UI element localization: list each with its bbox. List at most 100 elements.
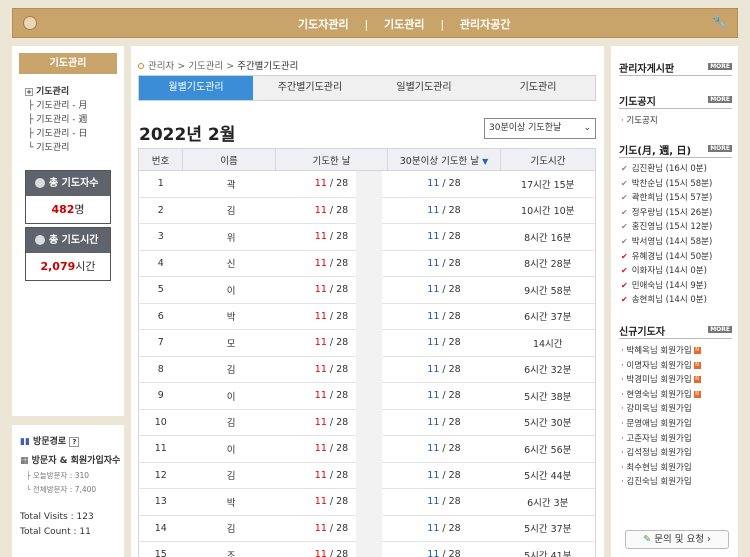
check-icon: ✔ xyxy=(621,266,628,276)
list-item[interactable]: · 최수현님 회원가입 xyxy=(621,461,701,476)
top-navigation-bar: 기도자관리 | 기도관리 | 관리자공간 🔧 xyxy=(12,8,738,38)
breadcrumb-admin[interactable]: 관리자 xyxy=(148,61,174,72)
tree-root[interactable]: + 기도관리 xyxy=(25,85,87,99)
check-icon: ✔ xyxy=(621,178,628,188)
more-button[interactable]: MORE xyxy=(708,326,732,333)
bullet-icon xyxy=(138,63,144,69)
cell-30min-days: 11 / 28 xyxy=(387,541,501,557)
cell-name: 이 xyxy=(182,382,276,410)
cell-prayer-time: 5시간 30분 xyxy=(500,409,596,436)
visitor-panel: ▮▮ 방문경로 ? ▦ 방문자 & 회원가입자수 ├ 오늘방문자 : 310 └… xyxy=(12,425,124,557)
filter-select[interactable]: 30분이상 기도한날 ⌄ xyxy=(484,118,596,139)
list-item[interactable]: · 고춘자님 회원가입 xyxy=(621,432,701,447)
list-item[interactable]: · 김석정님 회원가입 xyxy=(621,446,701,461)
list-item[interactable]: ✔ 박찬순님 (15시 58분) xyxy=(621,177,712,192)
tab-daily[interactable]: 일별기도관리 xyxy=(367,76,481,100)
col-30min-days[interactable]: 30분이상 기도한 날 ▼ xyxy=(387,148,501,171)
total-visits: Total Visits : 123 xyxy=(20,512,94,522)
cell-prayer-time: 5시간 37분 xyxy=(500,515,596,542)
list-item[interactable]: · 박혜옥님 회원가입 N xyxy=(621,344,701,359)
visit-path[interactable]: ▮▮ 방문경로 ? xyxy=(20,434,80,447)
nav-item-admin-space[interactable]: 관리자공간 xyxy=(460,18,511,31)
expand-icon[interactable]: + xyxy=(25,87,33,96)
cell-30min-days: 11 / 28 xyxy=(387,303,501,330)
check-icon: ✔ xyxy=(621,236,628,246)
new-users-list: · 박혜옥님 회원가입 N · 이명자님 회원가입 N · 박경미님 회원가입 N · 현영… xyxy=(621,344,701,490)
check-icon: ✔ xyxy=(621,207,628,217)
cell-name: 곽 xyxy=(182,170,276,198)
list-item[interactable]: · 김진숙님 회원가입 xyxy=(621,475,701,490)
more-button[interactable]: MORE xyxy=(708,96,732,103)
list-item[interactable]: ✔ 홍진영님 (15시 12분) xyxy=(621,220,712,235)
check-icon: ✔ xyxy=(621,280,628,290)
tree-item-week[interactable]: ├ 기도관리 - 週 xyxy=(25,113,87,127)
cell-no: 8 xyxy=(138,356,183,383)
cell-30min-days: 11 / 28 xyxy=(387,276,501,304)
list-item[interactable]: ✔ 민애숙님 (14시 9분) xyxy=(621,279,712,294)
tab-monthly[interactable]: 월별기도관리 xyxy=(139,76,253,100)
cell-30min-days: 11 / 28 xyxy=(387,515,501,542)
clock-icon xyxy=(35,235,45,245)
check-icon: ✔ xyxy=(621,251,628,261)
left-sidebar: 기도관리 + 기도관리 ├ 기도관리 - 月 ├ 기도관리 - 週 ├ 기도관리 … xyxy=(12,46,124,416)
cell-30min-days: 11 / 28 xyxy=(387,488,501,516)
list-item[interactable]: ✔ 곽한희님 (15시 57분) xyxy=(621,191,712,206)
check-icon: ✔ xyxy=(621,193,628,203)
chart-icon: ▮▮ xyxy=(20,437,30,447)
nav-item-prayer-users[interactable]: 기도자관리 xyxy=(298,18,349,31)
list-item[interactable]: · 강미옥님 회원가입 xyxy=(621,402,701,417)
check-icon: ✔ xyxy=(621,222,628,232)
more-button[interactable]: MORE xyxy=(708,145,732,152)
tree-item-month[interactable]: ├ 기도관리 - 月 xyxy=(25,99,87,113)
list-item[interactable]: · 이명자님 회원가입 N xyxy=(621,359,701,374)
list-item[interactable]: ✔ 김진환님 (16시 0분) xyxy=(621,162,712,177)
privacy-mask xyxy=(356,171,382,557)
cell-30min-days: 11 / 28 xyxy=(387,462,501,489)
cell-name: 박 xyxy=(182,488,276,516)
prayer-header: 기도(月, 週, 日) MORE xyxy=(619,142,732,158)
wrench-icon[interactable]: 🔧 xyxy=(712,15,727,29)
tree-item-day[interactable]: ├ 기도관리 - 日 xyxy=(25,127,87,141)
nav-item-prayer-management[interactable]: 기도관리 xyxy=(384,18,424,31)
list-item[interactable]: · 박경미님 회원가입 N xyxy=(621,373,701,388)
help-icon[interactable]: ? xyxy=(69,437,80,447)
tree-item-all[interactable]: └ 기도관리 xyxy=(25,141,87,155)
cell-no: 12 xyxy=(138,462,183,489)
contact-button[interactable]: ✎ 문의 및 요청 › xyxy=(625,530,729,549)
cell-no: 13 xyxy=(138,488,183,516)
cell-name: 이 xyxy=(182,435,276,463)
sidebar-title: 기도관리 xyxy=(19,53,117,74)
tab-prayer[interactable]: 기도관리 xyxy=(481,76,595,100)
cell-30min-days: 11 / 28 xyxy=(387,329,501,357)
list-item[interactable]: · 문영애님 회원가입 xyxy=(621,417,701,432)
home-logo-icon[interactable] xyxy=(23,16,37,30)
cell-prayer-time: 9시간 58분 xyxy=(500,276,596,304)
list-item[interactable]: · 기도공지 xyxy=(621,114,658,129)
cell-name: 김 xyxy=(182,462,276,489)
total-users-value: 482 xyxy=(51,203,75,216)
cell-30min-days: 11 / 28 xyxy=(387,435,501,463)
cell-name: 조 xyxy=(182,541,276,557)
list-item[interactable]: ✔ 송현희님 (14시 0분) xyxy=(621,293,712,308)
breadcrumb-current: 주간별기도관리 xyxy=(237,61,299,72)
new-badge: N xyxy=(693,347,701,354)
cell-name: 이 xyxy=(182,276,276,304)
cell-prayer-time: 5시간 38분 xyxy=(500,382,596,410)
list-item[interactable]: ✔ 정우랑님 (15시 26분) xyxy=(621,206,712,221)
cell-no: 14 xyxy=(138,515,183,542)
total-users-box: 총 기도자수 482명 xyxy=(25,170,111,224)
cell-30min-days: 11 / 28 xyxy=(387,223,501,251)
total-count: Total Count : 11 xyxy=(20,527,91,537)
sort-down-icon[interactable]: ▼ xyxy=(482,157,488,166)
breadcrumb-prayer[interactable]: 기도관리 xyxy=(188,61,223,72)
list-item[interactable]: ✔ 박서영님 (14시 58분) xyxy=(621,235,712,250)
more-button[interactable]: MORE xyxy=(708,63,732,70)
notice-header: 기도공지 MORE xyxy=(619,93,732,109)
list-item[interactable]: ✔ 유혜경님 (14시 50분) xyxy=(621,250,712,265)
col-no: 번호 xyxy=(138,148,183,171)
cell-no: 1 xyxy=(138,170,183,198)
list-item[interactable]: · 현영숙님 회원가입 N xyxy=(621,388,701,403)
tab-weekly[interactable]: 주간별기도관리 xyxy=(253,76,367,100)
cell-30min-days: 11 / 28 xyxy=(387,170,501,198)
list-item[interactable]: ✔ 이화자님 (14시 0분) xyxy=(621,264,712,279)
